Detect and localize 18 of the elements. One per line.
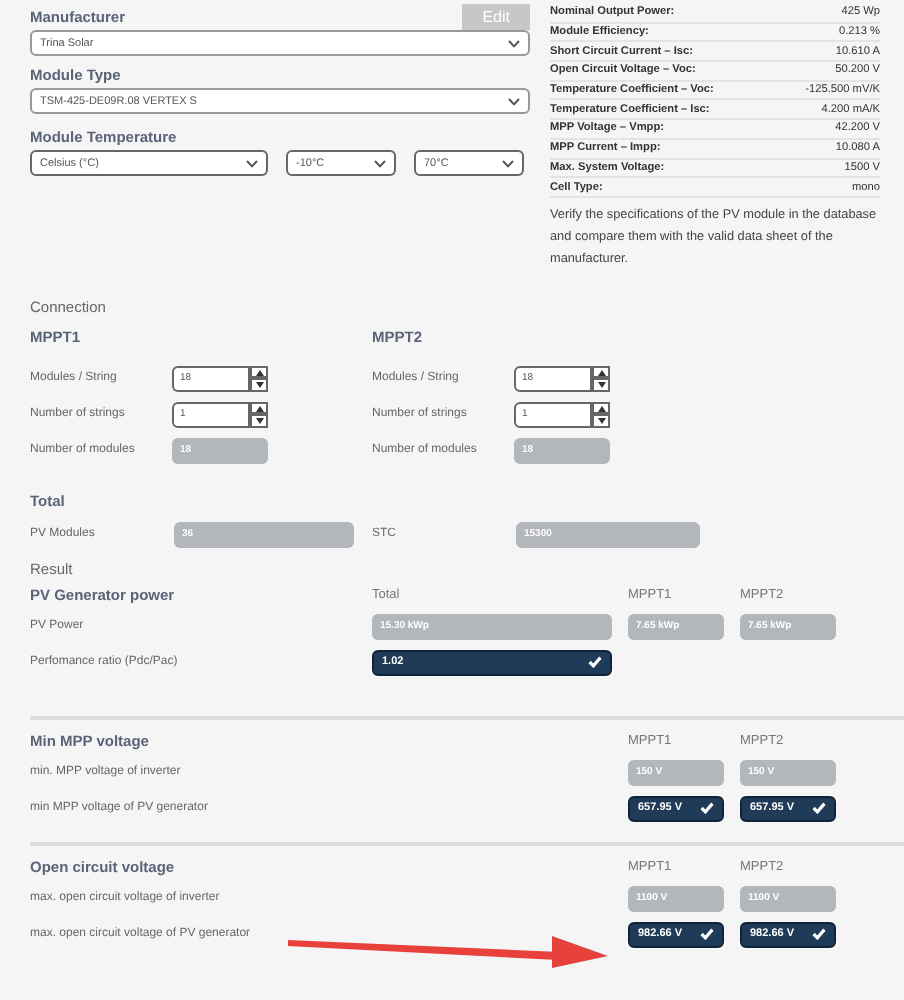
chevron-down-icon <box>374 159 386 167</box>
check-icon <box>700 928 714 941</box>
check-icon <box>700 802 714 815</box>
chevron-down-icon <box>508 97 520 105</box>
chevron-down-icon <box>246 159 258 167</box>
down-triangle-icon <box>597 418 605 425</box>
up-triangle-icon <box>255 369 263 376</box>
down-triangle-icon <box>255 382 263 389</box>
chevron-down-icon <box>508 39 520 47</box>
up-triangle-icon <box>597 405 605 412</box>
check-icon <box>812 802 826 815</box>
up-triangle-icon <box>255 405 263 412</box>
chevron-down-icon <box>502 159 514 167</box>
down-triangle-icon <box>597 382 605 389</box>
up-triangle-icon <box>597 369 605 376</box>
check-icon <box>812 928 826 941</box>
down-triangle-icon <box>255 418 263 425</box>
check-icon <box>588 656 602 669</box>
